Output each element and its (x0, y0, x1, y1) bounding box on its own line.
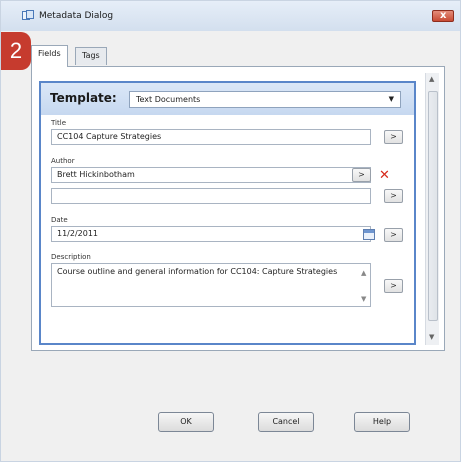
ok-button[interactable]: OK (158, 412, 214, 432)
close-button[interactable]: x (432, 10, 454, 22)
title-select-button[interactable]: > (384, 130, 403, 144)
cancel-button[interactable]: Cancel (258, 412, 314, 432)
title-label: Title (51, 119, 67, 127)
template-group: Template: Text Documents ▼ Title CC104 C… (39, 81, 416, 345)
help-button[interactable]: Help (354, 412, 410, 432)
author-field-additional[interactable] (51, 188, 371, 204)
scroll-up-arrow-icon[interactable]: ▲ (429, 75, 434, 83)
title-field[interactable]: CC104 Capture Strategies (51, 129, 371, 145)
date-select-button[interactable]: > (384, 228, 403, 242)
date-label: Date (51, 216, 68, 224)
description-scroll-up-icon[interactable]: ▲ (361, 269, 366, 277)
template-selected-value: Text Documents (136, 95, 201, 104)
close-icon: x (440, 10, 447, 21)
author-select-button[interactable]: > (352, 168, 371, 182)
calendar-icon[interactable] (363, 229, 375, 240)
template-header: Template: Text Documents ▼ (41, 83, 414, 115)
window-title: Metadata Dialog (39, 11, 114, 21)
author-field[interactable]: Brett Hickinbotham (51, 167, 371, 183)
template-label: Template: (50, 91, 117, 105)
description-field[interactable]: Course outline and general information f… (51, 263, 371, 307)
description-select-button[interactable]: > (384, 279, 403, 293)
tab-tags[interactable]: Tags (75, 47, 107, 65)
panel-scrollbar[interactable]: ▲ ▼ (425, 73, 439, 345)
tab-fields[interactable]: Fields (31, 45, 68, 67)
description-label: Description (51, 253, 91, 261)
remove-author-icon[interactable]: ✕ (379, 169, 390, 182)
scroll-down-arrow-icon[interactable]: ▼ (429, 333, 434, 341)
scroll-thumb[interactable] (428, 91, 438, 321)
date-field[interactable]: 11/2/2011 (51, 226, 371, 242)
title-bar: Metadata Dialog x (1, 1, 460, 31)
metadata-dialog-window: Metadata Dialog x Fields Tags 2 ▲ ▼ Temp… (0, 0, 461, 462)
metadata-dialog-icon (22, 10, 34, 20)
template-dropdown[interactable]: Text Documents ▼ (129, 91, 401, 108)
author-label: Author (51, 157, 75, 165)
step-number-badge: 2 (1, 32, 31, 70)
description-scroll-down-icon[interactable]: ▼ (361, 295, 366, 303)
chevron-down-icon[interactable]: ▼ (389, 92, 394, 107)
author-additional-select-button[interactable]: > (384, 189, 403, 203)
